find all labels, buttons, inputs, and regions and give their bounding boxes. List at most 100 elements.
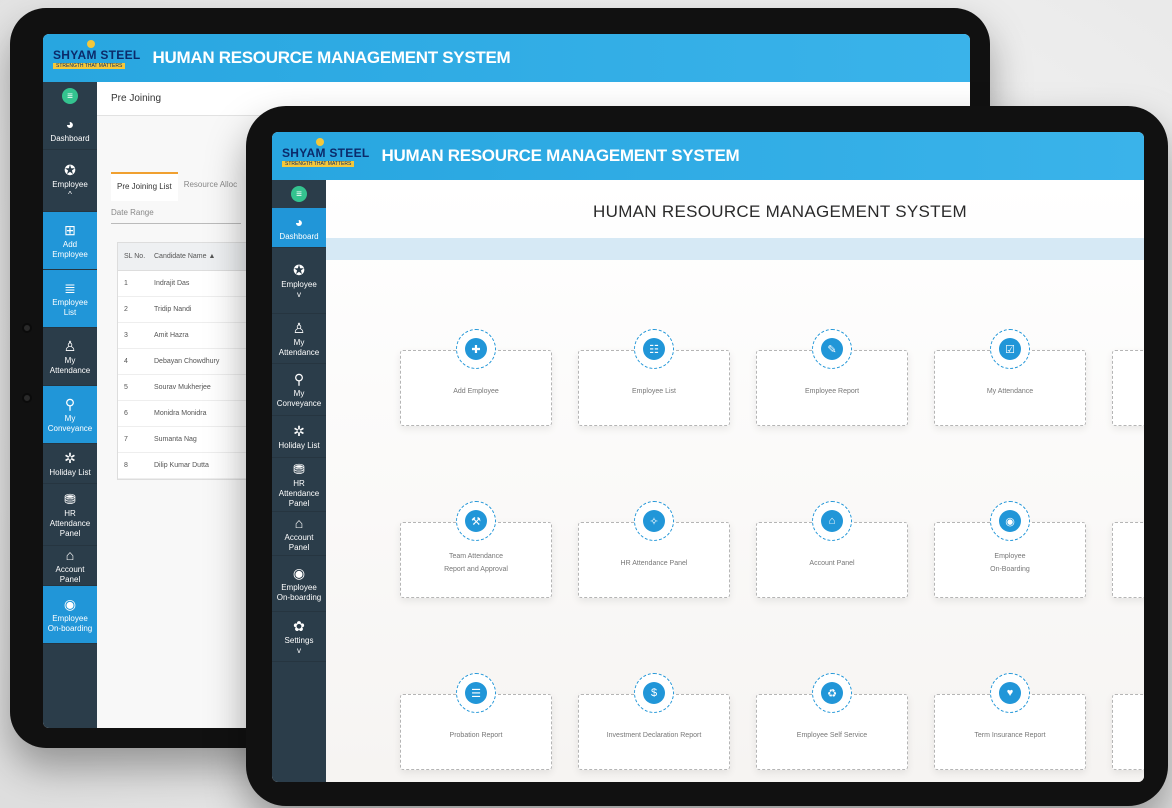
dashboard-card-employee-list[interactable]: ☷ Employee List xyxy=(578,329,730,426)
sidebar-item-attendance[interactable]: ♙ My Attendance xyxy=(43,328,97,386)
sidebar-item-account[interactable]: ⌂ Account Panel xyxy=(43,546,97,586)
investment-icon: $ xyxy=(643,682,665,704)
dashboard-card-gavel[interactable]: ⚒ Team Attendance Report and Approval xyxy=(400,501,552,598)
sidebar-item-list[interactable]: ≣ Employee List xyxy=(43,270,97,328)
chevron-up-icon: ^ xyxy=(68,190,72,199)
account-icon: ⌂ xyxy=(294,514,304,531)
onboarding-icon: ◉ xyxy=(999,510,1021,532)
dashboard-card-calendar[interactable]: ☑ My Attendance xyxy=(934,329,1086,426)
dashboard-card-partial[interactable] xyxy=(1112,694,1144,770)
employee-report-icon: ✎ xyxy=(821,338,843,360)
sidebar-item-settings[interactable]: ✿ Settings v xyxy=(272,612,326,662)
column-header-candidate-name[interactable]: Candidate Name ▲ xyxy=(154,253,246,260)
sidebar-item-employee[interactable]: ✪ Employee ^ xyxy=(43,150,97,212)
account-icon: ⌂ xyxy=(65,546,75,563)
stage: SHYAM STEEL STRENGTH THAT MATTERS HUMAN … xyxy=(0,0,1172,808)
dashboard-card-self-service[interactable]: ♻ Employee Self Service xyxy=(756,673,908,770)
table-row[interactable]: 1 Indrajit Das xyxy=(118,271,246,297)
sidebar-item-employee[interactable]: ✪ Employee v xyxy=(272,248,326,314)
sidebar-item-add-employee[interactable]: ⊞ Add Employee xyxy=(43,212,97,270)
sidebar-item-onboarding[interactable]: ◉ Employee On-boarding xyxy=(272,556,326,612)
menu-icon: ≡ xyxy=(291,186,307,202)
card-label: Employee Self Service xyxy=(796,731,868,739)
sidebar: ≡ ◕ Dashboard ✪ Employee v ♙ My Attendance ⚲ My … xyxy=(272,180,326,782)
cell-candidate-name: Sourav Mukherjee xyxy=(154,384,211,391)
dashboard-icon: ◕ xyxy=(65,115,75,132)
sidebar-item-hr-attendance[interactable]: ⛃ HR Attendance Panel xyxy=(272,458,326,512)
sidebar-item-dashboard[interactable]: ◕ Dashboard xyxy=(43,110,97,150)
table-row[interactable]: 2 Tridip Nandi xyxy=(118,297,246,323)
sidebar-item-dashboard[interactable]: ◕ Dashboard xyxy=(272,208,326,248)
card-icon-circle: ⌂ xyxy=(812,501,852,541)
sidebar-item-conveyance[interactable]: ⚲ My Conveyance xyxy=(272,364,326,416)
app-header: SHYAM STEEL STRENGTH THAT MATTERS HUMAN … xyxy=(272,132,1144,180)
card-icon-circle: ♻ xyxy=(812,673,852,713)
dashboard-card-onboarding[interactable]: ◉ Employee On-Boarding xyxy=(934,501,1086,598)
cell-candidate-name: Sumanta Nag xyxy=(154,436,197,443)
table-row[interactable]: 6 Monidra Monidra xyxy=(118,401,246,427)
tab-pre-joining-list[interactable]: Pre Joining List xyxy=(111,172,178,201)
bank-icon: ⌂ xyxy=(821,510,843,532)
calendar-icon: ☑ xyxy=(999,338,1021,360)
hr-attendance-icon: ⛃ xyxy=(64,490,76,507)
table-row[interactable]: 4 Debayan Chowdhury xyxy=(118,349,246,375)
insurance-icon: ♥ xyxy=(999,682,1021,704)
sidebar-item-attendance[interactable]: ♙ My Attendance xyxy=(272,314,326,364)
date-range-input[interactable]: Date Range xyxy=(111,208,241,224)
cell-sl: 3 xyxy=(124,332,128,339)
dashboard-card-employee-report[interactable]: ✎ Employee Report xyxy=(756,329,908,426)
hr-attendance-icon: ⛃ xyxy=(293,460,305,477)
sidebar-item-label: Account Panel xyxy=(55,564,85,584)
chevron-down-icon: v xyxy=(297,290,301,299)
sidebar-item-hr-attendance[interactable]: ⛃ HR Attendance Panel xyxy=(43,484,97,546)
dashboard-card-investment[interactable]: $ Investment Declaration Report xyxy=(578,673,730,770)
dashboard-content: HUMAN RESOURCE MANAGEMENT SYSTEM ✚ Add Em… xyxy=(326,180,1144,782)
sidebar-item-label: My Conveyance xyxy=(47,413,93,433)
add-employee-icon: ⊞ xyxy=(64,221,76,238)
table-header: SL No. Candidate Name ▲ xyxy=(118,243,246,271)
sidebar-item-holiday[interactable]: ✲ Holiday List xyxy=(43,444,97,484)
onboarding-icon: ◉ xyxy=(63,595,77,612)
menu-toggle-button[interactable]: ≡ xyxy=(272,180,326,208)
table-row[interactable]: 8 Dilip Kumar Dutta xyxy=(118,453,246,479)
card-icon-circle: ♥ xyxy=(990,673,1030,713)
front-tablet: SHYAM STEEL STRENGTH THAT MATTERS HUMAN … xyxy=(246,106,1168,806)
menu-toggle-button[interactable]: ≡ xyxy=(43,82,97,110)
card-icon-circle: ☰ xyxy=(456,673,496,713)
dashboard-card-partial[interactable] xyxy=(1112,350,1144,426)
dashboard-card-partial[interactable] xyxy=(1112,522,1144,598)
sidebar-item-onboarding[interactable]: ◉ Employee On-boarding xyxy=(43,586,97,644)
page-title: HUMAN RESOURCE MANAGEMENT SYSTEM xyxy=(593,202,967,221)
card-label: Team Attendance xyxy=(448,553,504,560)
dashboard-card-insurance[interactable]: ♥ Term Insurance Report xyxy=(934,673,1086,770)
cell-candidate-name: Tridip Nandi xyxy=(154,306,192,313)
table-row[interactable]: 3 Amit Hazra xyxy=(118,323,246,349)
sidebar-item-label: Settings xyxy=(284,636,314,645)
onboarding-icon: ◉ xyxy=(292,564,306,581)
tab-resource-allocation[interactable]: Resource Alloc xyxy=(178,172,243,201)
sidebar-item-label: HR Attendance Panel xyxy=(49,508,91,538)
table-row[interactable]: 7 Sumanta Nag xyxy=(118,427,246,453)
camera-dot xyxy=(22,393,32,403)
front-screen: SHYAM STEEL STRENGTH THAT MATTERS HUMAN … xyxy=(272,132,1144,782)
sidebar-item-label: Holiday List xyxy=(278,440,320,450)
card-label: Term Insurance Report xyxy=(974,731,1046,739)
sidebar-item-account[interactable]: ⌂ Account Panel xyxy=(272,512,326,556)
banner-strip xyxy=(326,238,1144,260)
dashboard-card-handshake[interactable]: ✧ HR Attendance Panel xyxy=(578,501,730,598)
table-row[interactable]: 5 Sourav Mukherjee xyxy=(118,375,246,401)
tab-bar: Pre Joining List Resource Alloc xyxy=(111,172,243,201)
dashboard-card-probation[interactable]: ☰ Probation Report xyxy=(400,673,552,770)
sidebar-item-label: Holiday List xyxy=(49,467,91,477)
dashboard-card-add-employee[interactable]: ✚ Add Employee xyxy=(400,329,552,426)
attendance-icon: ♙ xyxy=(63,337,77,354)
card-label: Employee xyxy=(994,553,1026,560)
employee-list-icon: ☷ xyxy=(643,338,665,360)
card-label: HR Attendance Panel xyxy=(620,559,688,567)
card-icon-circle: ◉ xyxy=(990,501,1030,541)
sidebar-item-conveyance[interactable]: ⚲ My Conveyance xyxy=(43,386,97,444)
holiday-icon: ✲ xyxy=(64,449,76,466)
add-employee-icon: ✚ xyxy=(465,338,487,360)
dashboard-card-bank[interactable]: ⌂ Account Panel xyxy=(756,501,908,598)
sidebar-item-holiday[interactable]: ✲ Holiday List xyxy=(272,416,326,458)
